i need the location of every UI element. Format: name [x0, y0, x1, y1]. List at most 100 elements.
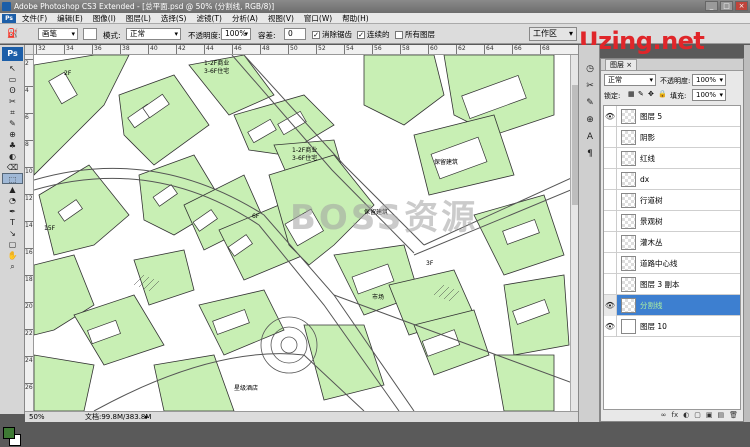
eye-icon[interactable]: 👁	[604, 315, 617, 337]
layer-row[interactable]: 道路中心线	[604, 252, 740, 274]
clone-source-icon[interactable]: ⊕	[583, 113, 597, 127]
hand-tool-icon[interactable]: ✋	[2, 250, 23, 261]
status-menu-icon[interactable]: ▸	[145, 412, 149, 422]
layer-row[interactable]: 图层 3 副本	[604, 273, 740, 295]
adjustment-icon[interactable]: ▢	[694, 411, 701, 421]
lock-position-icon[interactable]: ✥	[648, 90, 654, 98]
layer-row[interactable]: 行道树	[604, 189, 740, 211]
lock-transparent-icon[interactable]: ▦	[628, 90, 635, 98]
layer-row[interactable]: 灌木丛	[604, 231, 740, 253]
history-icon[interactable]: ◷	[583, 62, 597, 76]
history-brush-icon[interactable]: ◐	[2, 151, 23, 162]
ruler-origin[interactable]	[25, 45, 34, 55]
layer-row[interactable]: 红线	[604, 147, 740, 169]
stamp-tool-icon[interactable]: ♣	[2, 140, 23, 151]
layer-row-selected[interactable]: 👁 分割线	[604, 294, 740, 316]
vertical-scrollbar[interactable]	[570, 55, 578, 411]
close-button[interactable]: ×	[735, 1, 748, 11]
fill-source-select[interactable]: 画笔	[38, 28, 78, 40]
mode-select[interactable]: 正常	[126, 28, 181, 40]
menu-file[interactable]: 文件(F)	[22, 13, 47, 24]
pen-tool-icon[interactable]: ✒	[2, 206, 23, 217]
eye-icon[interactable]	[604, 126, 617, 148]
minimize-button[interactable]: _	[705, 1, 718, 11]
eye-icon[interactable]: 👁	[604, 294, 617, 316]
eye-icon[interactable]	[604, 252, 617, 274]
path-select-icon[interactable]: ↘	[2, 228, 23, 239]
crop-tool-icon[interactable]: ✂	[2, 96, 23, 107]
shape-tool-icon[interactable]: ▢	[2, 239, 23, 250]
close-icon[interactable]: ×	[626, 61, 632, 69]
menu-window[interactable]: 窗口(W)	[304, 13, 332, 24]
paragraph-icon[interactable]: ¶	[583, 147, 597, 161]
menu-select[interactable]: 选择(S)	[161, 13, 187, 24]
eye-icon[interactable]	[604, 168, 617, 190]
blur-tool-icon[interactable]: ▲	[2, 184, 23, 195]
menu-view[interactable]: 视图(V)	[268, 13, 294, 24]
eye-icon[interactable]	[604, 210, 617, 232]
link-layers-icon[interactable]: ∞	[661, 411, 667, 421]
contiguous-toggle[interactable]: ✓ 连续的	[357, 29, 390, 40]
menu-filter[interactable]: 滤镜(T)	[197, 13, 222, 24]
maximize-button[interactable]: □	[720, 1, 733, 11]
all-layers-checkbox[interactable]	[395, 31, 403, 39]
menu-analysis[interactable]: 分析(A)	[232, 13, 258, 24]
layer-row[interactable]: 👁 图层 10	[604, 315, 740, 337]
menu-image[interactable]: 图像(I)	[93, 13, 116, 24]
tools-preset-icon[interactable]: ✂	[583, 79, 597, 93]
all-layers-toggle[interactable]: 所有图层	[395, 29, 435, 40]
tab-layers[interactable]: 图层 ×	[605, 59, 638, 70]
trash-icon[interactable]: 🗑	[729, 411, 738, 421]
layer-row[interactable]: 👁 图层 5	[604, 106, 740, 127]
type-tool-icon[interactable]: T	[2, 217, 23, 228]
marquee-tool-icon[interactable]: ▭	[2, 74, 23, 85]
zoom-tool-icon[interactable]: ⌕	[2, 261, 23, 272]
fx-icon[interactable]: fx	[672, 411, 679, 421]
zoom-level[interactable]: 50%	[29, 412, 45, 422]
ruler-tick: 62	[456, 45, 466, 54]
blend-mode-select[interactable]: 正常	[604, 74, 656, 86]
eye-icon[interactable]	[604, 273, 617, 295]
mask-icon[interactable]: ◐	[683, 411, 689, 421]
eraser-tool-icon[interactable]: ⌫	[2, 162, 23, 173]
layer-row[interactable]: 景观树	[604, 210, 740, 232]
new-group-icon[interactable]: ▣	[706, 411, 713, 421]
lasso-tool-icon[interactable]: ʘ	[2, 85, 23, 96]
eye-icon[interactable]: 👁	[604, 106, 617, 127]
contiguous-checkbox[interactable]: ✓	[357, 31, 365, 39]
eye-icon[interactable]	[604, 147, 617, 169]
dodge-tool-icon[interactable]: ◔	[2, 195, 23, 206]
eye-icon[interactable]	[604, 189, 617, 211]
pattern-swatch[interactable]	[83, 28, 97, 40]
paint-bucket-tool-icon[interactable]: ⬚	[2, 173, 23, 184]
move-tool-icon[interactable]: ↖	[2, 63, 23, 74]
healing-tool-icon[interactable]: ⊕	[2, 129, 23, 140]
tolerance-input[interactable]: 0	[284, 28, 306, 40]
character-icon[interactable]: A	[583, 130, 597, 144]
new-layer-icon[interactable]: ▤	[717, 411, 724, 421]
menu-edit[interactable]: 编辑(E)	[57, 13, 83, 24]
opacity-input[interactable]: 100%	[221, 28, 251, 40]
slice-tool-icon[interactable]: ⌗	[2, 107, 23, 118]
ruler-vertical[interactable]: 2 4 6 8 10 12 14 16 18 20 22 24 26	[25, 55, 34, 411]
menu-help[interactable]: 帮助(H)	[342, 13, 369, 24]
layer-opacity-input[interactable]: 100%	[692, 74, 726, 86]
eye-icon[interactable]	[604, 231, 617, 253]
ruler-tick: 10	[25, 167, 33, 175]
fill-input[interactable]: 100%	[692, 89, 726, 101]
paint-bucket-icon[interactable]: ⛽	[4, 28, 22, 40]
antialias-checkbox[interactable]: ✓	[312, 31, 320, 39]
brush-tool-icon[interactable]: ✎	[2, 118, 23, 129]
ruler-horizontal[interactable]: 32 34 36 38 40 42 44 46 48 50 52 54 56 5…	[34, 45, 578, 55]
lock-all-icon[interactable]: 🔒	[658, 90, 667, 98]
menu-layer[interactable]: 图层(L)	[126, 13, 151, 24]
antialias-toggle[interactable]: ✓ 消除锯齿	[312, 29, 352, 40]
color-swatches[interactable]	[3, 427, 21, 447]
workspace-menu[interactable]: 工作区 ▾	[529, 27, 577, 41]
brushes-icon[interactable]: ✎	[583, 96, 597, 110]
lock-image-icon[interactable]: ✎	[638, 90, 644, 98]
layer-row[interactable]: dx	[604, 168, 740, 190]
layer-row[interactable]: 阴影	[604, 126, 740, 148]
foreground-color-swatch[interactable]	[3, 427, 15, 439]
document-canvas[interactable]: 1-2F商业 3-6F住宅 1-2F商业 3-6F住宅 保留建筑 保留建筑 市场…	[34, 55, 578, 411]
